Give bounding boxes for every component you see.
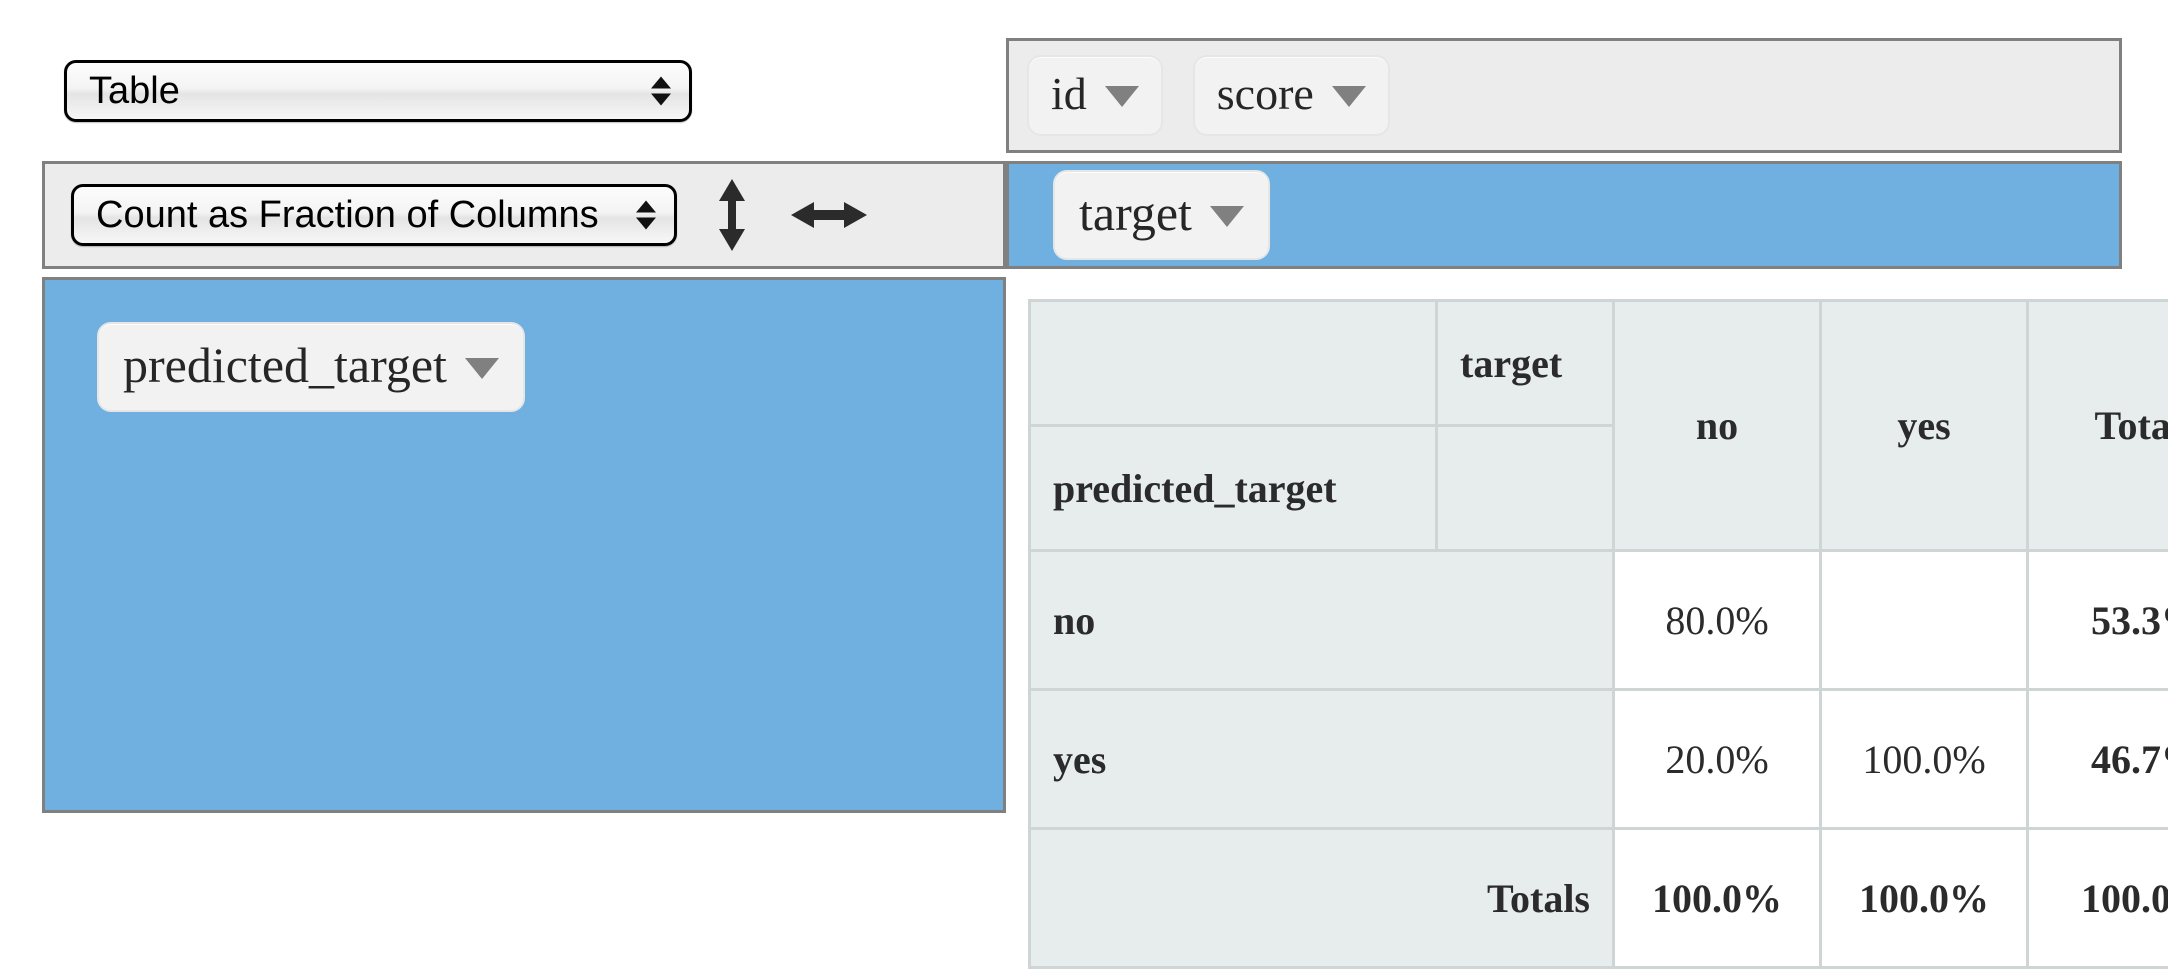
field-pill-label: target: [1079, 184, 1192, 242]
column-header-yes[interactable]: yes: [1821, 301, 2028, 551]
aggregator-cell: Count as Fraction of Columns: [42, 161, 1006, 269]
chevron-down-icon[interactable]: [1105, 86, 1139, 107]
row-gap: [42, 269, 2122, 277]
column-header-no[interactable]: no: [1614, 301, 1821, 551]
row-header-totals: Totals: [1030, 829, 1614, 968]
chevron-down-icon[interactable]: [1332, 86, 1366, 107]
pivot-row-middle: Count as Fraction of Columns: [42, 161, 2122, 269]
up-down-arrow-icon[interactable]: [715, 177, 749, 253]
renderer-cell: Table: [42, 38, 1006, 148]
cell-no-no: 80.0%: [1614, 551, 1821, 690]
table-totals-row: Totals 100.0% 100.0% 100.0%: [1030, 829, 2168, 968]
axis-control-icons: [715, 177, 869, 253]
row-gap: [42, 153, 2122, 161]
pivot-output-table: target no yes Totals predicted_target no…: [1028, 299, 2168, 969]
chevron-down-icon[interactable]: [1210, 206, 1244, 227]
select-arrows-icon: [636, 201, 656, 230]
aggregator-select-value: Count as Fraction of Columns: [96, 194, 599, 236]
row-axis-name: predicted_target: [1030, 426, 1437, 551]
cell-total-yes: 100.0%: [1821, 829, 2028, 968]
field-pill-target[interactable]: target: [1053, 170, 1270, 260]
unused-fields-area[interactable]: id score: [1006, 38, 2122, 153]
pivot-output-cell: target no yes Totals predicted_target no…: [1006, 277, 2122, 969]
cell-no-total: 53.3%: [2028, 551, 2168, 690]
cell-yes-total: 46.7%: [2028, 690, 2168, 829]
table-row: yes 20.0% 100.0% 46.7%: [1030, 690, 2168, 829]
cell-yes-yes: 100.0%: [1821, 690, 2028, 829]
field-pill-score[interactable]: score: [1193, 55, 1390, 136]
row-header-no[interactable]: no: [1030, 551, 1614, 690]
cell-no-yes: [1821, 551, 2028, 690]
field-pill-label: score: [1217, 67, 1314, 120]
column-fields-area[interactable]: target: [1006, 161, 2122, 269]
row-header-yes[interactable]: yes: [1030, 690, 1614, 829]
table-header-row-col-axis: target no yes Totals: [1030, 301, 2168, 426]
pivot-table-ui: Table id score Count as Fraction of Colu…: [42, 38, 2122, 969]
pivot-row-top: Table id score: [42, 38, 2122, 153]
column-axis-name: target: [1437, 301, 1614, 426]
cell-grand-total: 100.0%: [2028, 829, 2168, 968]
cell-total-no: 100.0%: [1614, 829, 1821, 968]
cell-yes-no: 20.0%: [1614, 690, 1821, 829]
corner-blank-top: [1030, 301, 1437, 426]
field-pill-id[interactable]: id: [1027, 55, 1163, 136]
renderer-select-value: Table: [89, 70, 180, 112]
field-pill-label: predicted_target: [123, 336, 447, 394]
column-header-totals: Totals: [2028, 301, 2168, 551]
pivot-row-bottom: predicted_target target no yes Totals pr…: [42, 277, 2122, 969]
corner-blank-bottom: [1437, 426, 1614, 551]
renderer-select[interactable]: Table: [64, 60, 692, 122]
aggregator-select[interactable]: Count as Fraction of Columns: [71, 184, 677, 246]
left-right-arrow-icon[interactable]: [789, 197, 869, 233]
field-pill-predicted-target[interactable]: predicted_target: [97, 322, 525, 412]
select-arrows-icon: [651, 77, 671, 106]
row-fields-area[interactable]: predicted_target: [42, 277, 1006, 813]
chevron-down-icon[interactable]: [465, 358, 499, 379]
table-row: no 80.0% 53.3%: [1030, 551, 2168, 690]
field-pill-label: id: [1051, 67, 1087, 120]
